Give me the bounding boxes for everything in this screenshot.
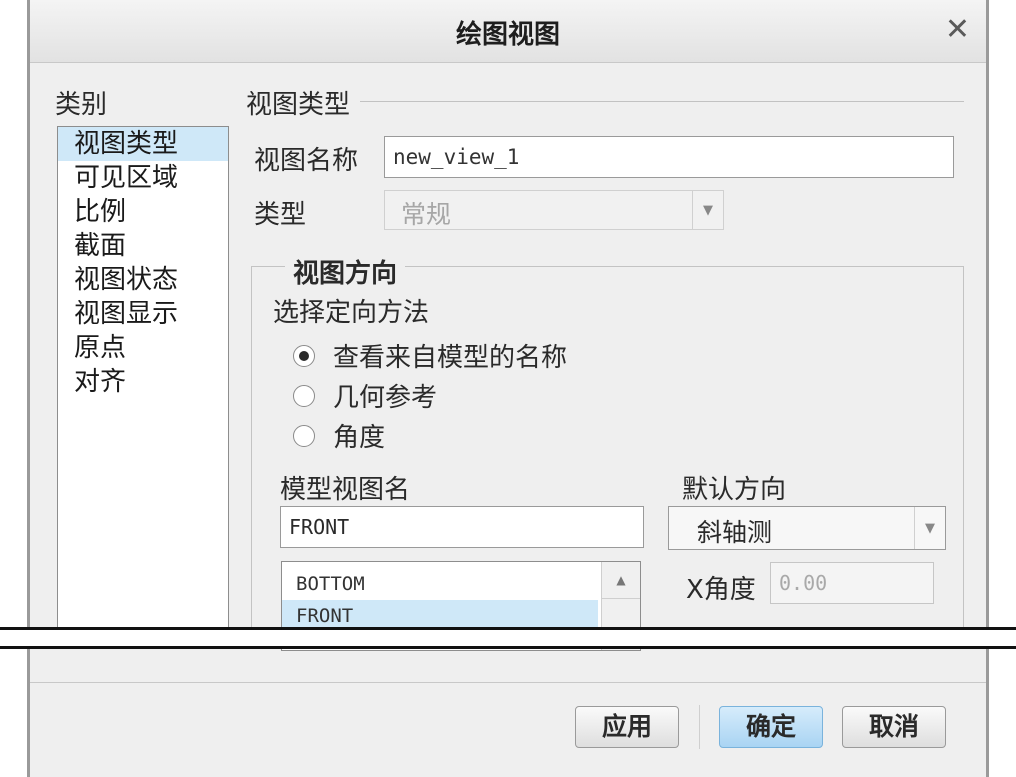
x-angle-label: X角度 (686, 575, 756, 605)
category-item-origin[interactable]: 原点 (58, 331, 228, 365)
radio-option-geometry-reference[interactable]: 几何参考 (293, 377, 437, 414)
radio-label: 角度 (333, 423, 386, 453)
footer-divider (30, 682, 986, 683)
view-name-input[interactable]: new_view_1 (384, 136, 954, 178)
category-item-view-state[interactable]: 视图状态 (58, 263, 228, 297)
ok-button[interactable]: 确定 (719, 706, 823, 748)
radio-option-angle[interactable]: 角度 (293, 417, 385, 454)
category-item-alignment[interactable]: 对齐 (58, 365, 228, 399)
default-orientation-dropdown[interactable]: 斜轴测 ▼ (668, 506, 946, 550)
section-title: 视图类型 (246, 84, 361, 121)
type-dropdown-value: 常规 (401, 200, 452, 229)
category-item-view-display[interactable]: 视图显示 (58, 297, 228, 331)
category-item-visible-area[interactable]: 可见区域 (58, 161, 228, 195)
scroll-up-arrow-icon[interactable]: ▲ (602, 562, 640, 599)
button-separator (699, 705, 700, 749)
view-orientation-title: 视图方向 (285, 253, 406, 290)
x-angle-input: 0.00 (770, 562, 934, 604)
apply-button[interactable]: 应用 (575, 706, 679, 748)
view-name-label: 视图名称 (254, 146, 359, 176)
radio-button[interactable] (293, 384, 315, 407)
radio-label: 查看来自模型的名称 (333, 343, 568, 373)
default-orientation-label: 默认方向 (682, 475, 787, 505)
radio-button-checked[interactable] (293, 344, 315, 367)
type-label: 类型 (254, 200, 307, 230)
radio-label: 几何参考 (333, 383, 438, 413)
chevron-down-icon[interactable]: ▼ (914, 507, 945, 549)
dialog-title: 绘图视图 (455, 20, 560, 50)
screenshot-cut-divider (0, 627, 1016, 649)
type-dropdown: 常规 ▼ (384, 190, 724, 230)
model-view-name-input[interactable]: FRONT (280, 506, 644, 548)
category-item-view-type[interactable]: 视图类型 (58, 127, 228, 161)
model-view-item-bottom[interactable]: BOTTOM (282, 568, 598, 600)
model-view-name-label: 模型视图名 (280, 475, 411, 505)
chevron-down-icon: ▼ (692, 191, 723, 229)
dialog-titlebar: 绘图视图 ✕ (30, 0, 986, 63)
category-item-section[interactable]: 截面 (58, 229, 228, 263)
orientation-method-label: 选择定向方法 (273, 298, 430, 328)
cancel-button[interactable]: 取消 (842, 706, 946, 748)
radio-button[interactable] (293, 424, 315, 447)
close-icon[interactable]: ✕ (945, 12, 970, 47)
radio-option-model-name[interactable]: 查看来自模型的名称 (293, 337, 567, 374)
default-orientation-value: 斜轴测 (697, 518, 773, 547)
drawing-view-dialog: 绘图视图 ✕ 类别 视图类型 可见区域 比例 截面 视图状态 视图显示 原点 对… (27, 0, 989, 777)
category-list[interactable]: 视图类型 可见区域 比例 截面 视图状态 视图显示 原点 对齐 (57, 126, 229, 646)
category-heading: 类别 (55, 90, 108, 120)
category-item-scale[interactable]: 比例 (58, 195, 228, 229)
